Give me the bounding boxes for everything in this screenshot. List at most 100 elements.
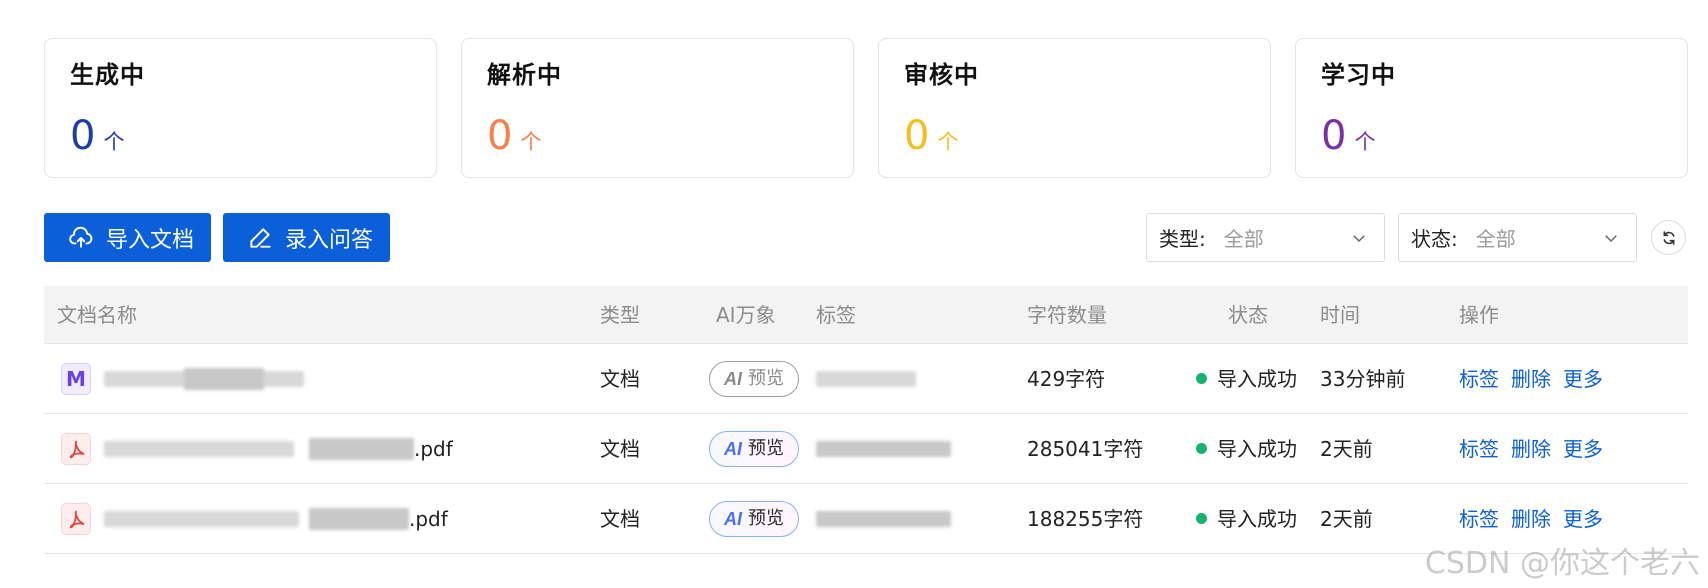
- row-ops: 标签 删除 更多: [1459, 414, 1615, 484]
- redacted-filename: [104, 441, 294, 457]
- row-chars: 429字符: [1027, 367, 1106, 391]
- row-status-label: 导入成功: [1217, 507, 1297, 531]
- column-header-status: 状态: [1228, 303, 1268, 327]
- column-header-ops: 操作: [1459, 303, 1499, 327]
- row-file-extension: .pdf: [414, 437, 453, 461]
- tag-link[interactable]: 标签: [1459, 507, 1499, 531]
- more-link[interactable]: 更多: [1563, 437, 1603, 461]
- row-status: 导入成功: [1196, 484, 1297, 554]
- redacted-filename: [104, 511, 299, 527]
- column-header-chars: 字符数量: [1027, 303, 1107, 327]
- redacted-filename: [309, 438, 414, 460]
- stats-cards: 生成中 0 个 解析中 0 个 审核中 0 个 学习中 0 个: [44, 38, 1688, 178]
- column-header-name: 文档名称: [57, 303, 137, 327]
- pdf-icon: [69, 440, 85, 459]
- enter-qa-button[interactable]: 录入问答: [223, 213, 390, 262]
- table-row[interactable]: M 文档 AI 预览 429字符 导入成功 33分钟前 标签 删除 更多: [44, 344, 1688, 414]
- refresh-icon: [1663, 230, 1674, 245]
- ai-preview-label: 预览: [748, 508, 784, 529]
- redacted-tags: [816, 371, 916, 387]
- ai-sparkle-icon: AI: [724, 509, 742, 529]
- stat-count: 0 个: [70, 116, 411, 156]
- stat-card-learning: 学习中 0 个: [1295, 38, 1688, 178]
- chevron-down-icon: [1605, 235, 1617, 243]
- table-row[interactable]: .pdf 文档 AI 预览 285041字符 导入成功 2天前 标签 删除 更多: [44, 414, 1688, 484]
- stat-unit: 个: [520, 130, 542, 154]
- row-status-label: 导入成功: [1217, 437, 1297, 461]
- row-status: 导入成功: [1196, 414, 1297, 484]
- column-header-ai: AI万象: [716, 303, 776, 327]
- row-ops: 标签 删除 更多: [1459, 344, 1615, 414]
- import-document-button[interactable]: 导入文档: [44, 213, 211, 262]
- stat-count: 0 个: [904, 116, 1245, 156]
- more-link[interactable]: 更多: [1563, 367, 1603, 391]
- delete-link[interactable]: 删除: [1511, 367, 1551, 391]
- row-time: 33分钟前: [1320, 367, 1406, 391]
- delete-link[interactable]: 删除: [1511, 437, 1551, 461]
- more-link[interactable]: 更多: [1563, 507, 1603, 531]
- tag-link[interactable]: 标签: [1459, 367, 1499, 391]
- success-dot-icon: [1196, 373, 1207, 384]
- redacted-tags: [816, 511, 951, 527]
- row-status-label: 导入成功: [1217, 367, 1297, 391]
- stat-card-parsing: 解析中 0 个: [461, 38, 854, 178]
- pdf-file-icon: [61, 433, 91, 465]
- type-filter-select[interactable]: 类型: 全部: [1146, 213, 1385, 262]
- markdown-file-icon: M: [61, 363, 91, 395]
- ai-sparkle-icon: AI: [724, 369, 742, 389]
- stat-title: 生成中: [70, 61, 145, 89]
- ai-preview-badge[interactable]: AI 预览: [709, 501, 799, 537]
- type-filter-value: 全部: [1223, 227, 1264, 251]
- type-filter-label: 类型:: [1159, 227, 1206, 251]
- tag-link[interactable]: 标签: [1459, 437, 1499, 461]
- ai-preview-badge[interactable]: AI 预览: [709, 431, 799, 467]
- enter-qa-label: 录入问答: [285, 227, 374, 253]
- import-document-label: 导入文档: [106, 227, 195, 253]
- stat-number: 0: [487, 113, 513, 159]
- status-filter-label: 状态:: [1411, 227, 1458, 251]
- column-header-tags: 标签: [816, 303, 856, 327]
- ai-sparkle-icon: AI: [724, 439, 742, 459]
- cloud-upload-icon: [69, 226, 93, 248]
- row-file-extension: .pdf: [409, 507, 448, 531]
- stat-unit: 个: [937, 130, 959, 154]
- stat-card-reviewing: 审核中 0 个: [878, 38, 1271, 178]
- pdf-file-icon: [61, 503, 91, 535]
- watermark: CSDN @你这个老六: [1424, 546, 1700, 581]
- ai-preview-label: 预览: [748, 368, 784, 389]
- redacted-tags: [816, 441, 951, 457]
- success-dot-icon: [1196, 443, 1207, 454]
- row-time: 2天前: [1320, 437, 1373, 461]
- ai-preview-badge[interactable]: AI 预览: [709, 361, 799, 397]
- stat-number: 0: [904, 113, 930, 159]
- refresh-button[interactable]: [1651, 220, 1686, 255]
- stat-unit: 个: [1354, 130, 1376, 154]
- redacted-filename: [309, 508, 409, 530]
- row-time: 2天前: [1320, 507, 1373, 531]
- row-chars: 285041字符: [1027, 437, 1144, 461]
- chevron-down-icon: [1353, 235, 1365, 243]
- success-dot-icon: [1196, 513, 1207, 524]
- document-table: 文档名称 类型 AI万象 标签 字符数量 状态 时间 操作 M 文档 AI 预览…: [44, 286, 1688, 554]
- row-chars: 188255字符: [1027, 507, 1144, 531]
- redacted-filename: [184, 368, 264, 390]
- delete-link[interactable]: 删除: [1511, 507, 1551, 531]
- stat-number: 0: [1321, 113, 1347, 159]
- row-type: 文档: [600, 507, 640, 531]
- row-type: 文档: [600, 367, 640, 391]
- column-header-type: 类型: [600, 303, 640, 327]
- stat-title: 学习中: [1321, 61, 1396, 89]
- edit-icon: [250, 227, 271, 248]
- status-filter-select[interactable]: 状态: 全部: [1398, 213, 1637, 262]
- row-type: 文档: [600, 437, 640, 461]
- stat-title: 审核中: [904, 61, 979, 89]
- stat-title: 解析中: [487, 61, 562, 89]
- stat-count: 0 个: [487, 116, 828, 156]
- status-filter-value: 全部: [1475, 227, 1516, 251]
- column-header-time: 时间: [1320, 303, 1360, 327]
- ai-preview-label: 预览: [748, 438, 784, 459]
- stat-card-generating: 生成中 0 个: [44, 38, 437, 178]
- table-header: 文档名称 类型 AI万象 标签 字符数量 状态 时间 操作: [44, 286, 1688, 344]
- pdf-icon: [69, 510, 85, 529]
- row-status: 导入成功: [1196, 344, 1297, 414]
